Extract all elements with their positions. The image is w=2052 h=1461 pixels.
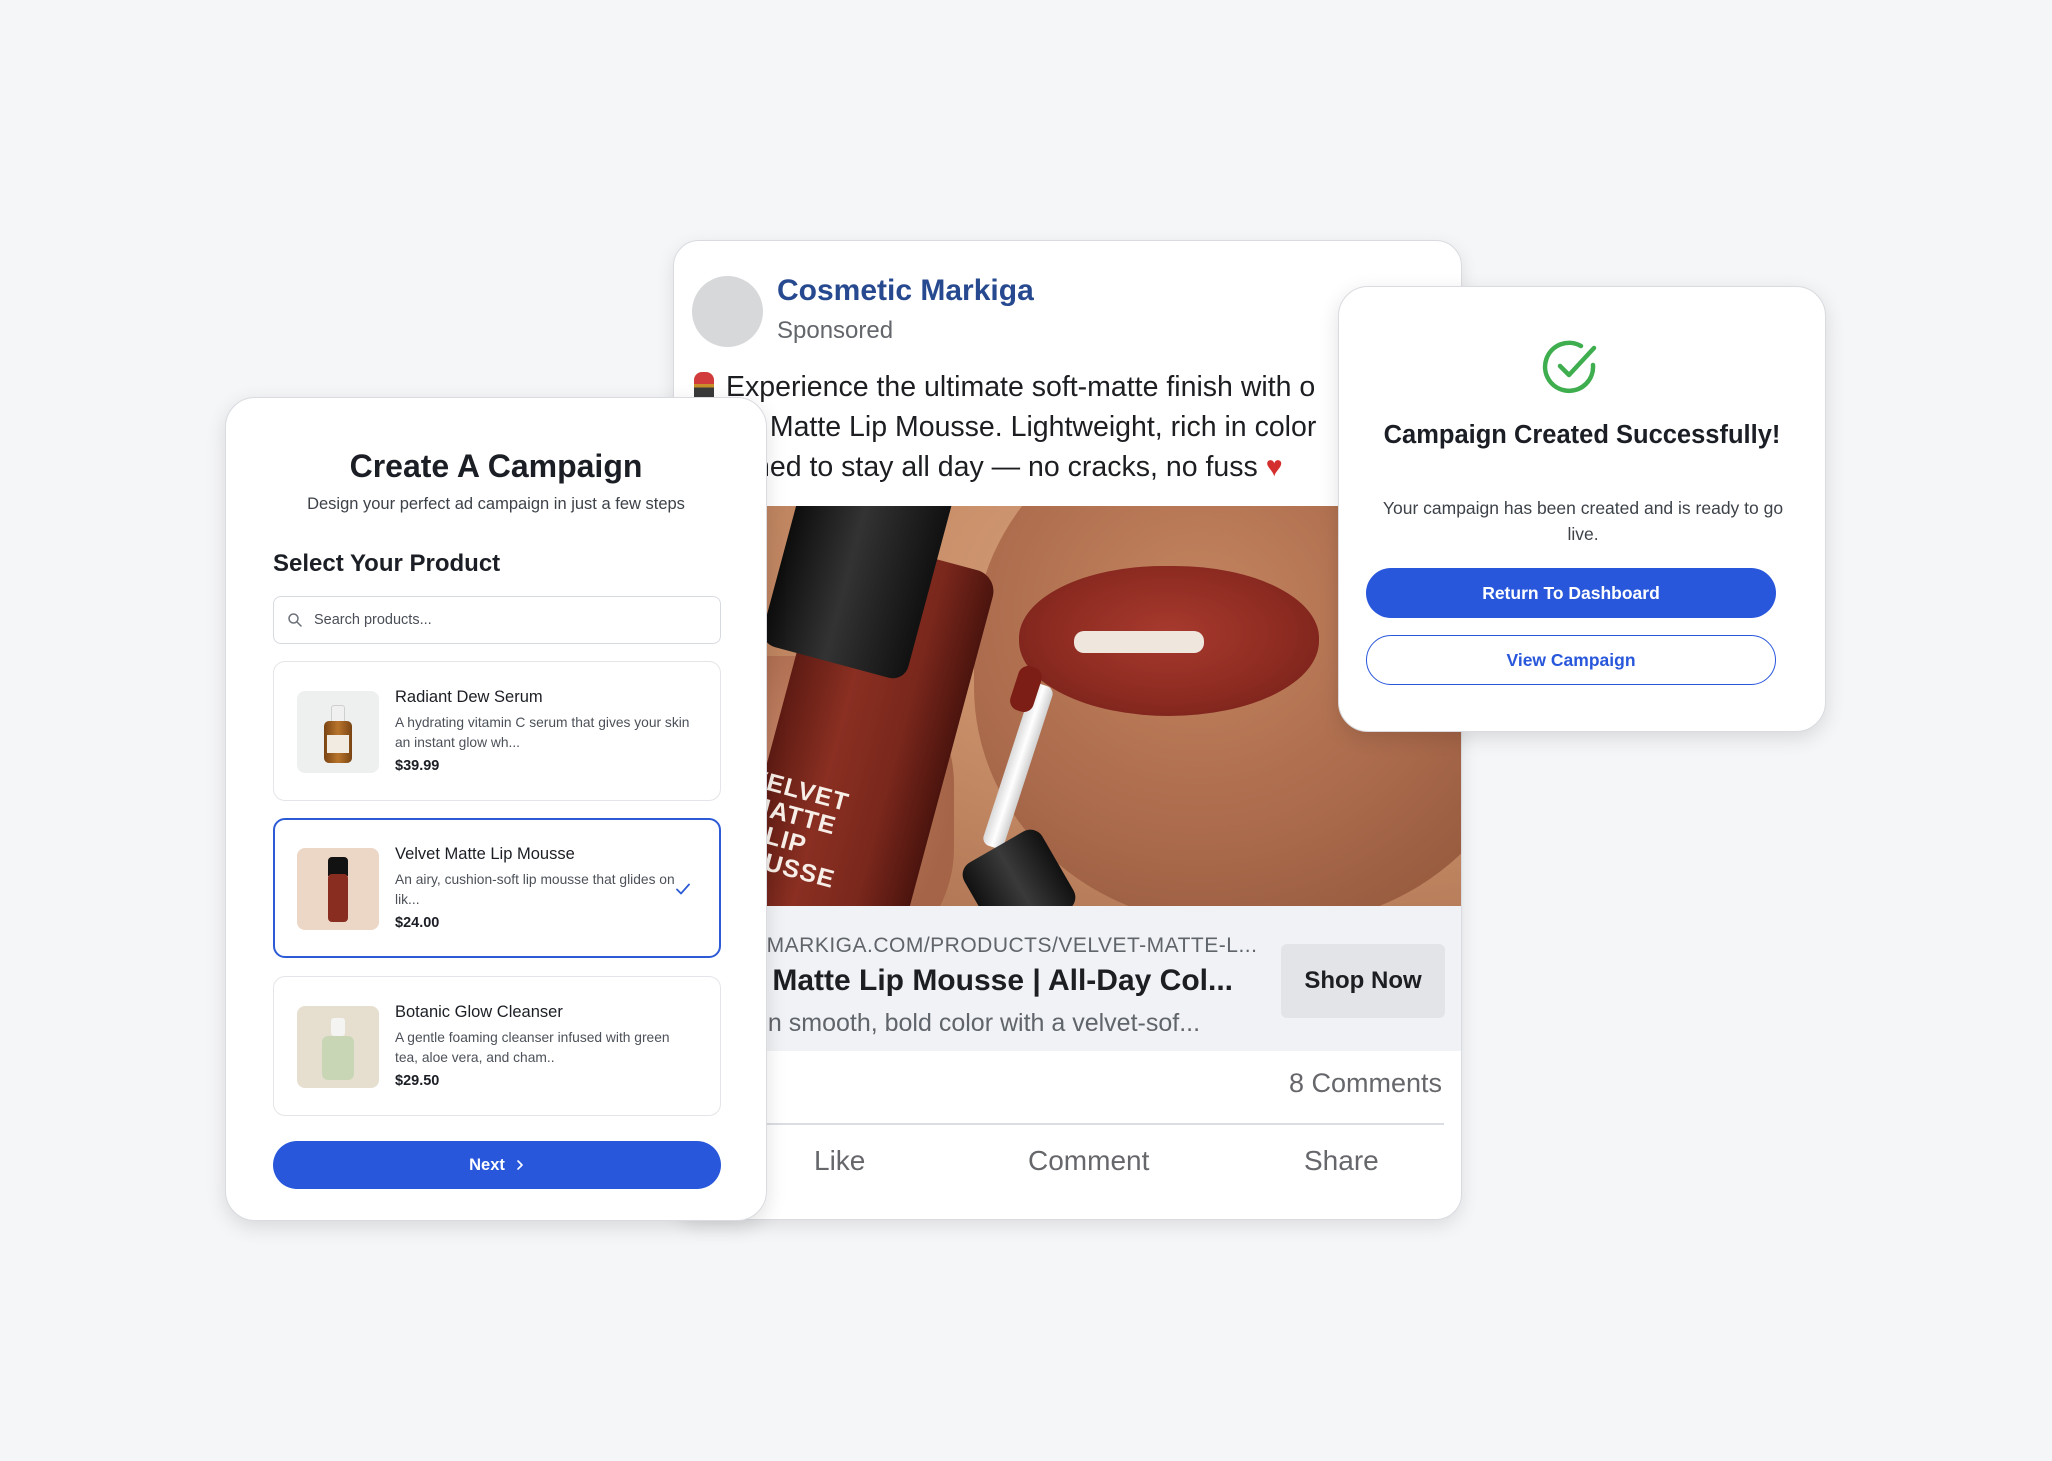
view-campaign-button[interactable]: View Campaign: [1366, 635, 1776, 685]
sponsored-label: Sponsored: [777, 317, 894, 344]
search-input[interactable]: [314, 597, 704, 643]
search-field[interactable]: [273, 596, 721, 644]
lipstick-emoji-icon: [694, 372, 714, 400]
page-name[interactable]: Cosmetic Markiga: [777, 274, 1034, 308]
product-card-radiant-dew-serum[interactable]: Radiant Dew Serum A hydrating vitamin C …: [273, 661, 721, 801]
share-button[interactable]: Share: [1304, 1145, 1379, 1177]
page-avatar[interactable]: [692, 276, 763, 347]
comments-count[interactable]: 8 Comments: [1289, 1068, 1442, 1099]
product-price: $24.00: [395, 915, 440, 931]
chevron-right-icon: [517, 1160, 523, 1170]
product-thumbnail: [297, 1006, 379, 1088]
panel-subtitle: Design your perfect ad campaign in just …: [307, 495, 685, 513]
next-button[interactable]: Next: [273, 1141, 721, 1189]
like-button[interactable]: Like: [814, 1145, 865, 1177]
product-name: Botanic Glow Cleanser: [395, 1003, 563, 1021]
thumb-cap: [331, 1018, 345, 1036]
success-title: Campaign Created Successfully!: [1383, 421, 1781, 449]
product-description: A gentle foaming cleanser infused with g…: [395, 1030, 670, 1065]
return-to-dashboard-button[interactable]: Return To Dashboard: [1366, 568, 1776, 618]
create-campaign-panel: Create A Campaign Design your perfect ad…: [225, 397, 767, 1221]
success-check-icon: [1542, 340, 1597, 394]
kiss-emoji-icon: ♥: [1265, 451, 1283, 483]
teeth-illustration: [1074, 631, 1204, 653]
divider: [754, 1123, 1444, 1125]
product-price: $39.99: [395, 758, 440, 774]
ad-description: on smooth, bold color with a velvet-sof.…: [754, 1009, 1201, 1037]
ad-headline: t Matte Lip Mousse | All-Day Col...: [754, 964, 1233, 997]
product-price: $29.50: [395, 1073, 440, 1089]
product-description: A hydrating vitamin C serum that gives y…: [395, 715, 690, 750]
next-button-label: Next: [469, 1155, 505, 1174]
ad-url: //MARKIGA.COM/PRODUCTS/VELVET-MATTE-L...: [754, 934, 1258, 957]
panel-title: Create A Campaign: [349, 448, 643, 484]
comment-button[interactable]: Comment: [1028, 1145, 1149, 1177]
product-description: An airy, cushion-soft lip mousse that gl…: [395, 872, 675, 907]
product-thumbnail: [297, 691, 379, 773]
product-thumbnail: [297, 848, 379, 930]
product-card-velvet-matte-lip-mousse[interactable]: Velvet Matte Lip Mousse An airy, cushion…: [273, 818, 721, 958]
thumb-label: [327, 735, 349, 753]
product-card-botanic-glow-cleanser[interactable]: Botanic Glow Cleanser A gentle foaming c…: [273, 976, 721, 1116]
section-title: Select Your Product: [273, 550, 501, 577]
search-icon: [288, 613, 302, 627]
thumb-cap: [331, 705, 345, 722]
thumb-bottle: [328, 874, 348, 922]
success-message: Your campaign has been created and is re…: [1382, 498, 1784, 544]
campaign-success-modal: Campaign Created Successfully! Your camp…: [1338, 286, 1826, 732]
shop-now-button[interactable]: Shop Now: [1281, 944, 1445, 1018]
product-name: Velvet Matte Lip Mousse: [395, 845, 575, 863]
ad-link-footer[interactable]: //MARKIGA.COM/PRODUCTS/VELVET-MATTE-L...…: [674, 906, 1461, 1051]
product-name: Radiant Dew Serum: [395, 688, 543, 706]
thumb-bottle: [322, 1036, 354, 1080]
checkmark-icon: [676, 883, 690, 895]
